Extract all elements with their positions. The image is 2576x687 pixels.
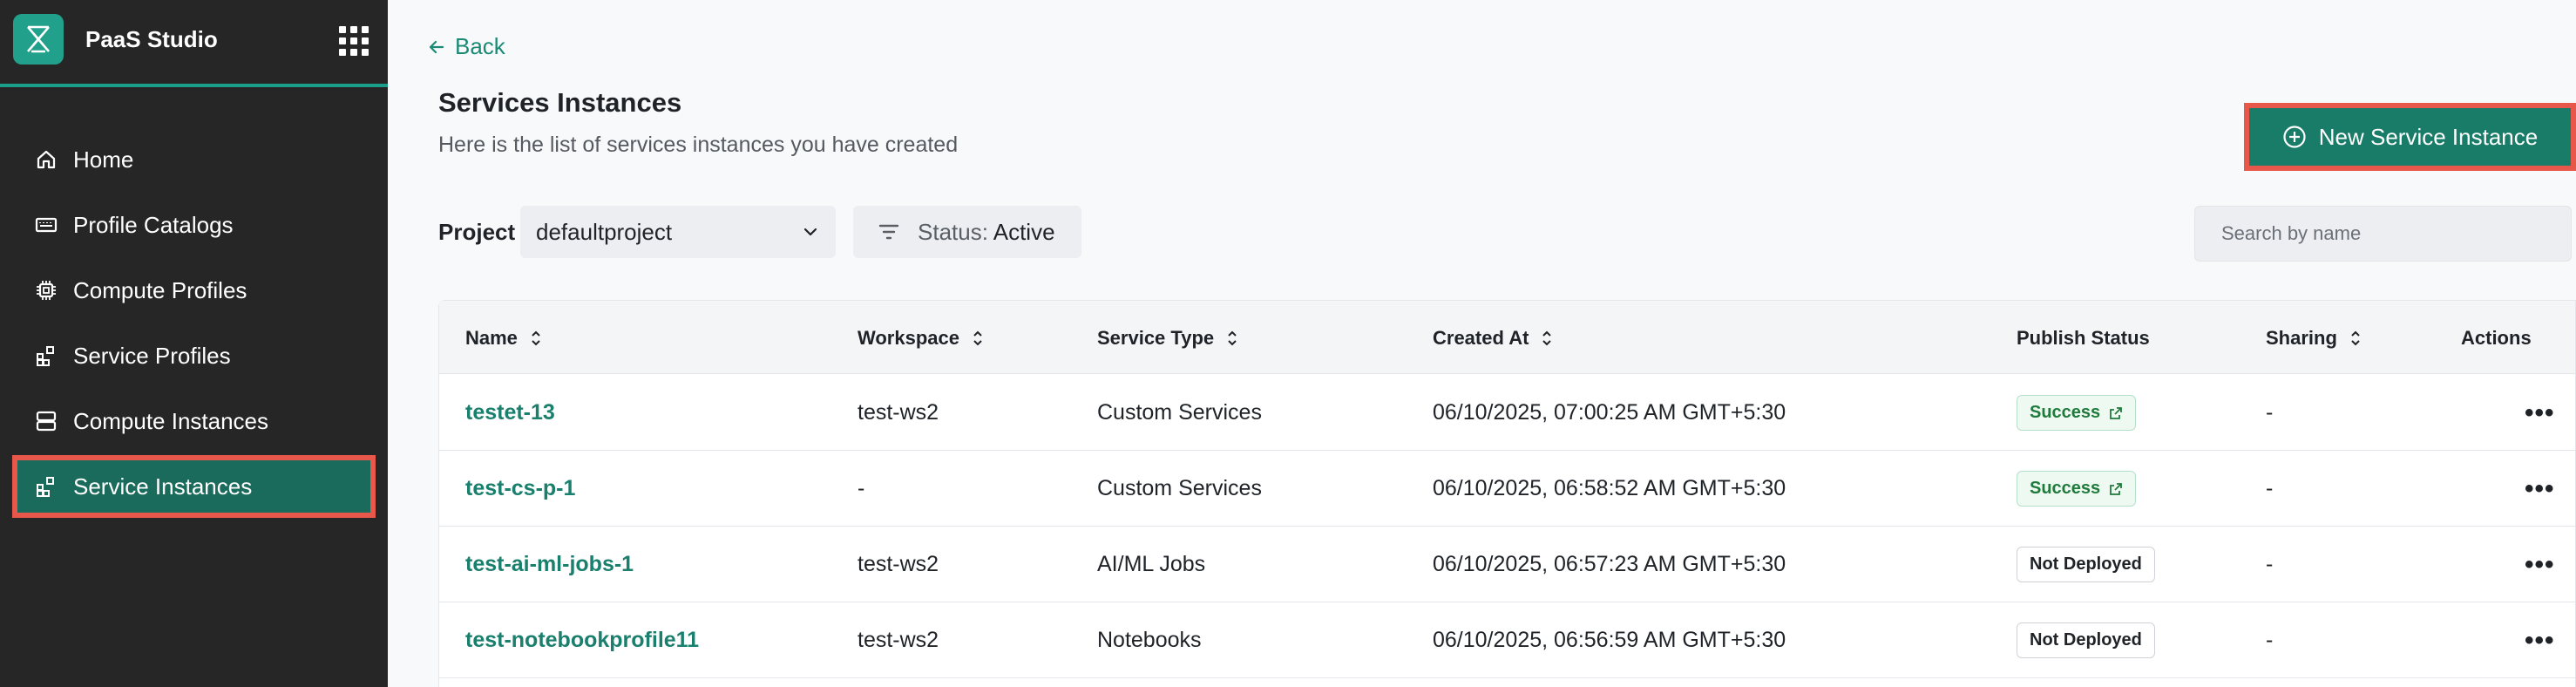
workspace-cell: test-ws2 xyxy=(858,628,939,652)
sharing-cell: - xyxy=(2266,552,2274,576)
sidebar-item-home[interactable]: Home xyxy=(17,133,370,186)
sort-icon xyxy=(2351,330,2360,346)
sidebar-item-service-profiles[interactable]: Service Profiles xyxy=(17,330,370,382)
column-header-sharing[interactable]: Sharing xyxy=(2266,327,2362,350)
chevron-down-icon xyxy=(803,228,817,236)
status-badge[interactable]: Success xyxy=(2017,395,2137,431)
app-grid-icon[interactable] xyxy=(337,24,369,56)
instance-name-link[interactable]: testet-13 xyxy=(465,400,555,425)
created-at-cell: 06/10/2025, 07:00:25 AM GMT+5:30 xyxy=(1433,400,1786,425)
column-header-name[interactable]: Name xyxy=(465,327,542,350)
arrow-left-icon xyxy=(429,40,444,53)
service-type-cell: Custom Services xyxy=(1097,476,1262,500)
status-filter-value: Active xyxy=(993,218,1055,245)
page-subtitle: Here is the list of services instances y… xyxy=(438,133,959,157)
sidebar-item-label: Compute Profiles xyxy=(73,276,247,303)
status-badge: Not Deployed xyxy=(2017,622,2155,658)
more-actions-icon[interactable]: ••• xyxy=(2525,475,2555,501)
project-value: defaultproject xyxy=(536,218,673,245)
sidebar-item-compute-profiles[interactable]: Compute Profiles xyxy=(17,264,370,316)
new-service-instance-button[interactable]: New Service Instance xyxy=(2249,108,2571,166)
more-actions-icon[interactable]: ••• xyxy=(2525,551,2555,577)
page-title: Services Instances xyxy=(438,87,682,118)
status-badge: Not Deployed xyxy=(2017,547,2155,582)
external-link-icon xyxy=(2110,482,2123,495)
sidebar-item-label: Service Instances xyxy=(73,473,253,500)
workspace-cell: - xyxy=(858,476,865,500)
external-link-icon xyxy=(2110,406,2123,419)
created-at-cell: 06/10/2025, 06:56:59 AM GMT+5:30 xyxy=(1433,628,1786,652)
column-header-publish-status: Publish Status xyxy=(2017,327,2150,349)
sidebar: PaaS Studio Home Profile Catalogs Comput… xyxy=(0,0,388,687)
sidebar-item-profile-catalogs[interactable]: Profile Catalogs xyxy=(17,199,370,251)
sidebar-item-service-instances[interactable]: Service Instances xyxy=(12,455,376,518)
plus-circle-icon xyxy=(2283,126,2306,148)
service-type-cell: AI/ML Jobs xyxy=(1097,552,1206,576)
server-icon xyxy=(35,410,58,432)
blocks-icon xyxy=(35,344,58,367)
more-actions-icon[interactable]: ••• xyxy=(2525,399,2555,425)
project-label: Project xyxy=(438,219,516,245)
sort-icon xyxy=(1228,330,1237,346)
sort-icon xyxy=(973,330,982,346)
table-row: testet-13 test-ws2 Custom Services 06/10… xyxy=(439,375,2575,451)
sharing-cell: - xyxy=(2266,400,2274,425)
sidebar-item-compute-instances[interactable]: Compute Instances xyxy=(17,395,370,447)
created-at-cell: 06/10/2025, 06:57:23 AM GMT+5:30 xyxy=(1433,552,1786,576)
back-label: Back xyxy=(455,33,505,59)
app-logo-icon[interactable] xyxy=(13,14,64,65)
table-row: test-ai-ml-jobs-1 test-ws2 AI/ML Jobs 06… xyxy=(439,527,2575,602)
catalog-icon xyxy=(35,214,58,236)
created-at-cell: 06/10/2025, 06:58:52 AM GMT+5:30 xyxy=(1433,476,1786,500)
status-badge[interactable]: Success xyxy=(2017,471,2137,507)
instance-name-link[interactable]: test-ai-ml-jobs-1 xyxy=(465,552,634,577)
sidebar-header: PaaS Studio xyxy=(0,0,388,87)
sort-icon xyxy=(1542,330,1552,346)
status-filter-prefix: Status: xyxy=(918,218,988,245)
sidebar-item-label: Service Profiles xyxy=(73,342,231,369)
column-header-actions: Actions xyxy=(2461,327,2532,349)
search-input[interactable] xyxy=(2194,206,2572,262)
more-actions-icon[interactable]: ••• xyxy=(2525,627,2555,653)
project-select[interactable]: defaultproject xyxy=(520,206,836,258)
filter-icon xyxy=(878,224,899,240)
sharing-cell: - xyxy=(2266,628,2274,652)
main-content: Back Services Instances Here is the list… xyxy=(388,0,2576,687)
instance-name-link[interactable]: test-cs-p-1 xyxy=(465,476,575,501)
workspace-cell: test-ws2 xyxy=(858,552,939,576)
table-row: test-cs-p-1 - Custom Services 06/10/2025… xyxy=(439,451,2575,527)
column-header-created-at[interactable]: Created At xyxy=(1433,327,1553,350)
app-title: PaaS Studio xyxy=(85,26,218,52)
status-filter-button[interactable]: Status: Active xyxy=(853,206,1081,258)
sidebar-item-label: Compute Instances xyxy=(73,407,269,434)
table-row: test-notebookprofile11 test-ws2 Notebook… xyxy=(439,602,2575,678)
home-icon xyxy=(35,148,58,171)
sort-icon xyxy=(532,330,540,346)
new-service-instance-highlight: New Service Instance xyxy=(2244,103,2576,171)
service-type-cell: Notebooks xyxy=(1097,628,1202,652)
sharing-cell: - xyxy=(2266,476,2274,500)
blocks-icon xyxy=(35,475,58,498)
sidebar-item-label: Home xyxy=(73,146,134,173)
service-instances-table: Name Workspace Service Type Created At P… xyxy=(438,300,2576,687)
workspace-cell: test-ws2 xyxy=(858,400,939,425)
column-header-workspace[interactable]: Workspace xyxy=(858,327,984,350)
new-service-instance-label: New Service Instance xyxy=(2318,123,2539,150)
chip-icon xyxy=(35,279,58,302)
column-header-service-type[interactable]: Service Type xyxy=(1097,327,1238,350)
instance-name-link[interactable]: test-notebookprofile11 xyxy=(465,628,699,653)
table-header: Name Workspace Service Type Created At P… xyxy=(439,301,2575,374)
back-link[interactable]: Back xyxy=(427,33,505,60)
sidebar-item-label: Profile Catalogs xyxy=(73,211,234,238)
service-type-cell: Custom Services xyxy=(1097,400,1262,425)
